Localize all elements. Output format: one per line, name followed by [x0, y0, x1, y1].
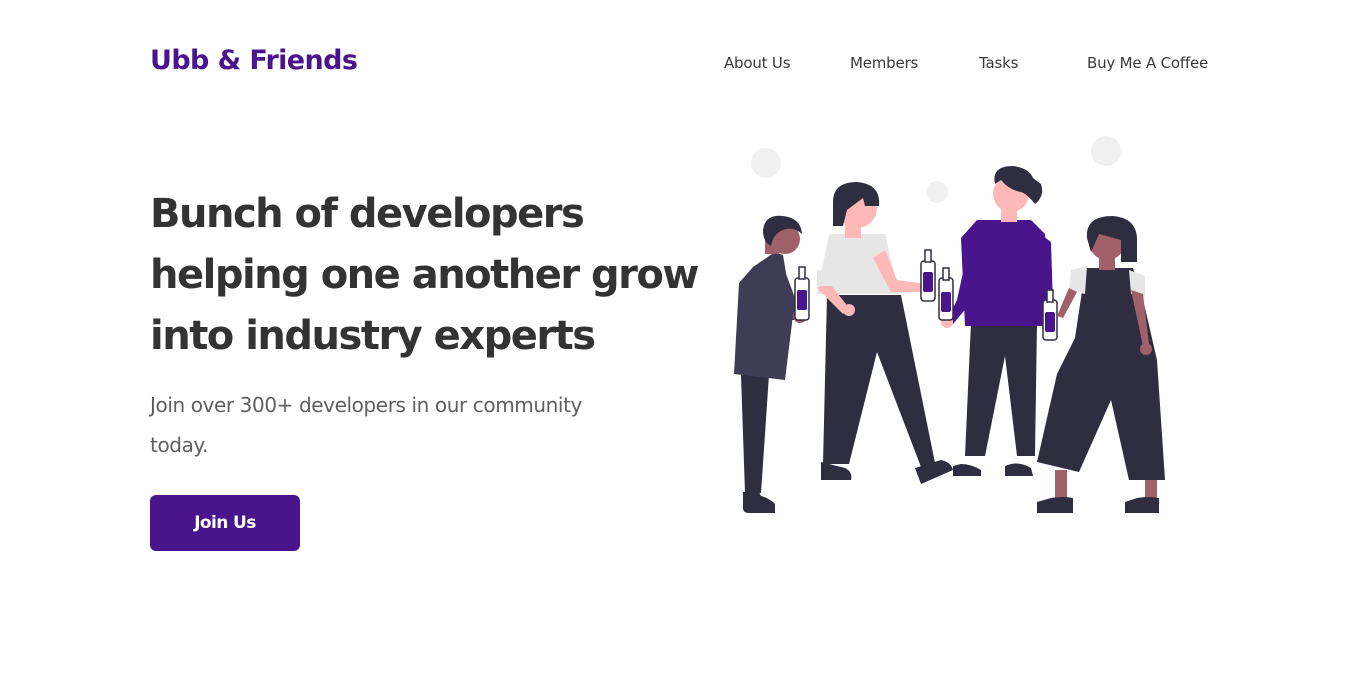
people-toasting-illustration: [734, 136, 1165, 513]
hero-subtitle: Join over 300+ developers in our communi…: [150, 385, 650, 465]
bubble-shape: [1091, 136, 1121, 166]
nav-link-tasks[interactable]: Tasks: [979, 50, 1018, 76]
person-woman-jumpsuit-figure: [1037, 216, 1165, 513]
nav-link-members[interactable]: Members: [850, 50, 918, 76]
person-man-purple-sweater-figure: [938, 166, 1058, 476]
nav-link-about-us[interactable]: About Us: [724, 50, 791, 76]
hero-title-line: Bunch of developers: [150, 191, 585, 237]
nav-link-buy-me-a-coffee[interactable]: Buy Me A Coffee: [1087, 50, 1208, 76]
join-us-button[interactable]: Join Us: [150, 495, 300, 551]
person-man-jacket-figure: [734, 215, 810, 513]
hero-title-line: helping one another grow: [150, 252, 699, 298]
hero-title-line: into industry experts: [150, 313, 596, 359]
person-woman-light-top-figure: [817, 182, 953, 484]
hero-subtitle-line: today.: [150, 433, 208, 457]
bubble-shape: [751, 148, 781, 178]
hero-subtitle-line: Join over 300+ developers in our communi…: [150, 393, 582, 417]
hero-title: Bunch of developers helping one another …: [150, 184, 710, 367]
bubble-shape: [926, 181, 948, 203]
main-nav: About Us Members Tasks Buy Me A Coffee: [0, 50, 1366, 76]
